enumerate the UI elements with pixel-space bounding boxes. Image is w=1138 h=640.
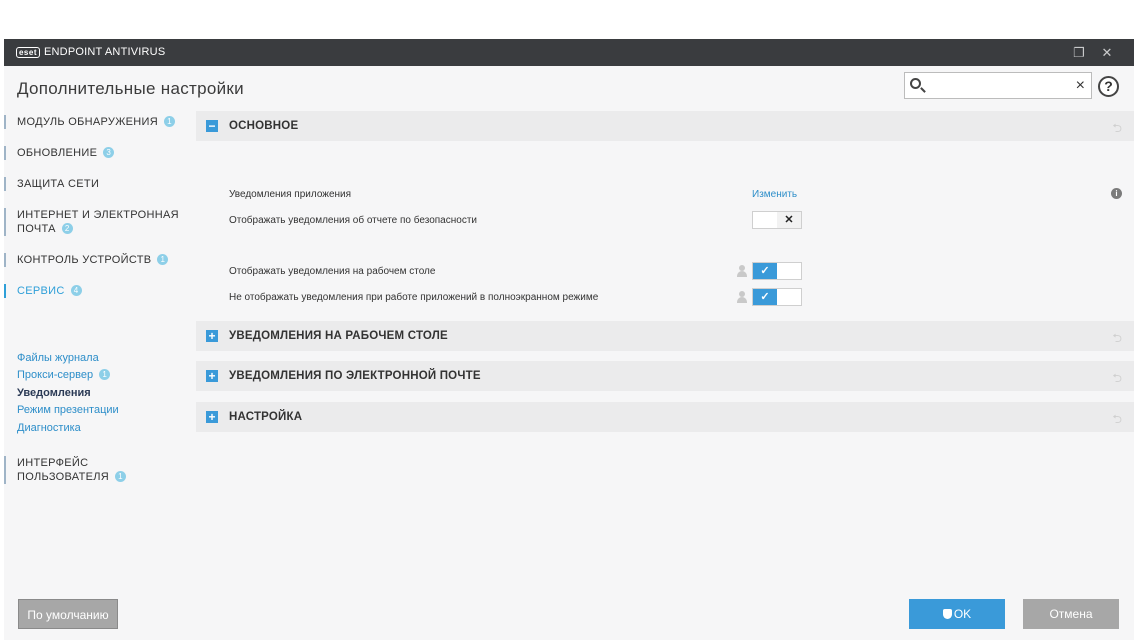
- sidebar-item-device-control[interactable]: КОНТРОЛЬ УСТРОЙСТВ 1: [4, 253, 169, 267]
- toggle-on-icon: ✓: [753, 289, 777, 305]
- subitem-notifications[interactable]: Уведомления: [17, 386, 91, 400]
- restore-icon[interactable]: ❐: [1070, 44, 1088, 61]
- section-email-notifications-header[interactable]: + УВЕДОМЛЕНИЯ ПО ЭЛЕКТРОННОЙ ПОЧТЕ ⮌: [196, 361, 1134, 391]
- section-desktop-notifications-header[interactable]: + УВЕДОМЛЕНИЯ НА РАБОЧЕМ СТОЛЕ ⮌: [196, 321, 1134, 351]
- fullscreen-notifications-toggle[interactable]: ✓: [752, 288, 802, 306]
- user-policy-icon: [737, 291, 747, 303]
- clear-search-icon[interactable]: ×: [1076, 76, 1085, 95]
- notification-badge: 1: [157, 254, 169, 265]
- expand-icon[interactable]: +: [206, 411, 218, 423]
- sidebar-item-label: КОНТРОЛЬ УСТРОЙСТВ: [17, 254, 152, 266]
- sidebar-item-label: ИНТЕРНЕТ И ЭЛЕКТРОННАЯ: [17, 209, 179, 221]
- notification-badge: 1: [164, 116, 175, 127]
- ok-button[interactable]: OK: [909, 599, 1005, 629]
- sidebar-item-network[interactable]: ЗАЩИТА СЕТИ: [4, 177, 99, 191]
- toggle-off-icon: ✕: [777, 212, 801, 228]
- cancel-button[interactable]: Отмена: [1023, 599, 1119, 629]
- sidebar-item-label: МОДУЛЬ ОБНАРУЖЕНИЯ: [17, 116, 158, 128]
- search-input[interactable]: [929, 76, 1069, 95]
- subitem-presentation-mode[interactable]: Режим презентации: [17, 403, 119, 417]
- help-icon[interactable]: ?: [1098, 76, 1119, 97]
- sidebar-item-web-email[interactable]: ИНТЕРНЕТ И ЭЛЕКТРОННАЯ ПОЧТА 2: [4, 208, 179, 236]
- subitem-proxy[interactable]: Прокси-сервер 1: [17, 368, 111, 382]
- default-button[interactable]: По умолчанию: [18, 599, 118, 629]
- shield-icon: [942, 609, 952, 619]
- info-icon[interactable]: i: [1111, 188, 1122, 199]
- setting-label: Не отображать уведомления при работе при…: [229, 292, 599, 303]
- app-title: ENDPOINT ANTIVIRUS: [44, 46, 166, 58]
- sidebar-item-service[interactable]: СЕРВИС 4: [4, 284, 82, 298]
- user-policy-icon: [737, 265, 747, 277]
- desktop-notifications-toggle[interactable]: ✓: [752, 262, 802, 280]
- expand-icon[interactable]: +: [206, 370, 218, 382]
- setting-label: Отображать уведомления на рабочем столе: [229, 266, 436, 277]
- title-bar: eset ENDPOINT ANTIVIRUS ❐ ✕: [4, 39, 1134, 66]
- subitem-label: Прокси-сервер: [17, 369, 94, 381]
- sidebar-item-label: ЗАЩИТА СЕТИ: [17, 178, 100, 190]
- eset-logo: eset: [16, 47, 40, 58]
- security-report-toggle[interactable]: ✕: [752, 211, 802, 229]
- notification-badge: 3: [103, 147, 115, 158]
- notification-badge: 4: [70, 285, 82, 296]
- collapse-icon[interactable]: −: [206, 120, 218, 132]
- settings-window: eset ENDPOINT ANTIVIRUS ❐ ✕ Дополнительн…: [4, 39, 1134, 640]
- section-title: УВЕДОМЛЕНИЯ НА РАБОЧЕМ СТОЛЕ: [229, 330, 448, 342]
- notification-badge: 1: [115, 471, 126, 482]
- section-basic-header[interactable]: − ОСНОВНОЕ ⮌: [196, 111, 1134, 141]
- sidebar-item-label: ПОЛЬЗОВАТЕЛЯ: [17, 471, 109, 483]
- sidebar-item-label: ОБНОВЛЕНИЕ: [17, 147, 98, 159]
- notification-badge: 2: [61, 223, 73, 234]
- subitem-diagnostics[interactable]: Диагностика: [17, 421, 81, 435]
- section-title: ОСНОВНОЕ: [229, 120, 299, 132]
- toggle-on-icon: ✓: [753, 263, 777, 279]
- search-icon: [910, 78, 921, 89]
- page-title: Дополнительные настройки: [17, 79, 244, 98]
- close-icon[interactable]: ✕: [1098, 44, 1116, 61]
- sidebar-item-label: ИНТЕРФЕЙС: [17, 457, 89, 469]
- sidebar-item-user-interface[interactable]: ИНТЕРФЕЙС ПОЛЬЗОВАТЕЛЯ 1: [4, 456, 126, 484]
- section-setup-header[interactable]: + НАСТРОЙКА ⮌: [196, 402, 1134, 432]
- section-title: НАСТРОЙКА: [229, 411, 303, 423]
- subitem-log-files[interactable]: Файлы журнала: [17, 351, 99, 365]
- expand-icon[interactable]: +: [206, 330, 218, 342]
- revert-icon[interactable]: ⮌: [1112, 369, 1122, 390]
- sidebar-item-label: ПОЧТА: [17, 223, 56, 235]
- setting-label: Уведомления приложения: [229, 189, 352, 200]
- revert-icon[interactable]: ⮌: [1112, 119, 1122, 140]
- ok-label: OK: [953, 607, 972, 621]
- section-title: УВЕДОМЛЕНИЯ ПО ЭЛЕКТРОННОЙ ПОЧТЕ: [229, 370, 481, 382]
- notification-badge: 1: [99, 369, 111, 380]
- sidebar-item-update[interactable]: ОБНОВЛЕНИЕ 3: [4, 146, 115, 160]
- setting-label: Отображать уведомления об отчете по безо…: [229, 215, 477, 226]
- search-box[interactable]: ×: [904, 72, 1092, 99]
- sidebar-item-detection[interactable]: МОДУЛЬ ОБНАРУЖЕНИЯ 1: [4, 115, 175, 129]
- change-link[interactable]: Изменить: [752, 189, 797, 200]
- revert-icon[interactable]: ⮌: [1112, 329, 1122, 350]
- sidebar-item-label: СЕРВИС: [17, 285, 65, 297]
- revert-icon[interactable]: ⮌: [1112, 410, 1122, 431]
